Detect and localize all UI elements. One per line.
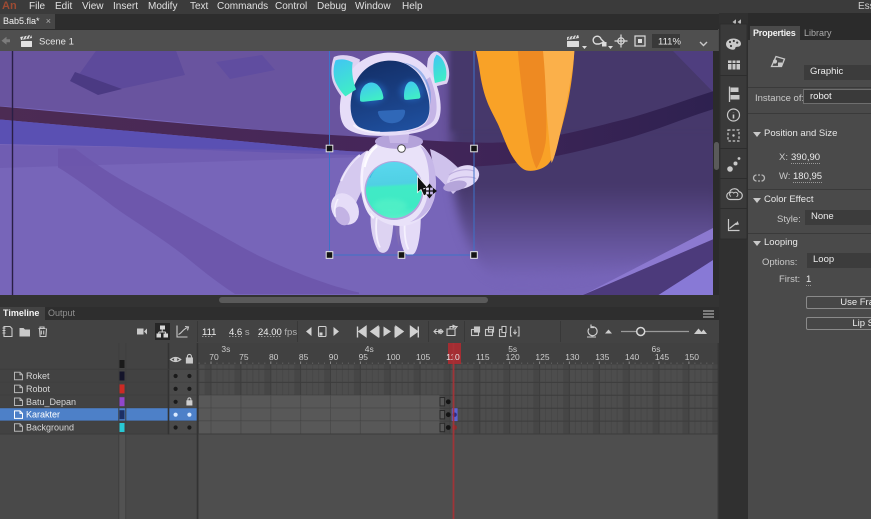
svg-text:24.00 fps: 24.00 fps (258, 327, 297, 338)
svg-text:5s: 5s (508, 344, 517, 354)
svg-text:6s: 6s (652, 344, 661, 354)
svg-text:Robot: Robot (26, 384, 51, 394)
svg-text:75: 75 (239, 352, 249, 362)
svg-text:130: 130 (565, 352, 579, 362)
svg-text:135: 135 (595, 352, 609, 362)
svg-text:111%: 111% (658, 37, 681, 48)
svg-text:Background: Background (26, 423, 74, 433)
svg-text:Roket: Roket (26, 371, 50, 381)
svg-text:Karakter: Karakter (26, 410, 60, 420)
svg-text:125: 125 (535, 352, 549, 362)
svg-text:85: 85 (299, 352, 309, 362)
svg-text:80: 80 (269, 352, 279, 362)
svg-text:150: 150 (685, 352, 699, 362)
svg-text:90: 90 (329, 352, 339, 362)
svg-text:4s: 4s (365, 344, 374, 354)
svg-text:115: 115 (476, 352, 490, 362)
svg-text:3s: 3s (221, 344, 230, 354)
svg-text:70: 70 (209, 352, 219, 362)
svg-text:140: 140 (625, 352, 639, 362)
svg-text:Batu_Depan: Batu_Depan (26, 397, 76, 407)
svg-text:105: 105 (416, 352, 430, 362)
svg-text:100: 100 (386, 352, 400, 362)
svg-text:Scene 1: Scene 1 (39, 37, 74, 48)
